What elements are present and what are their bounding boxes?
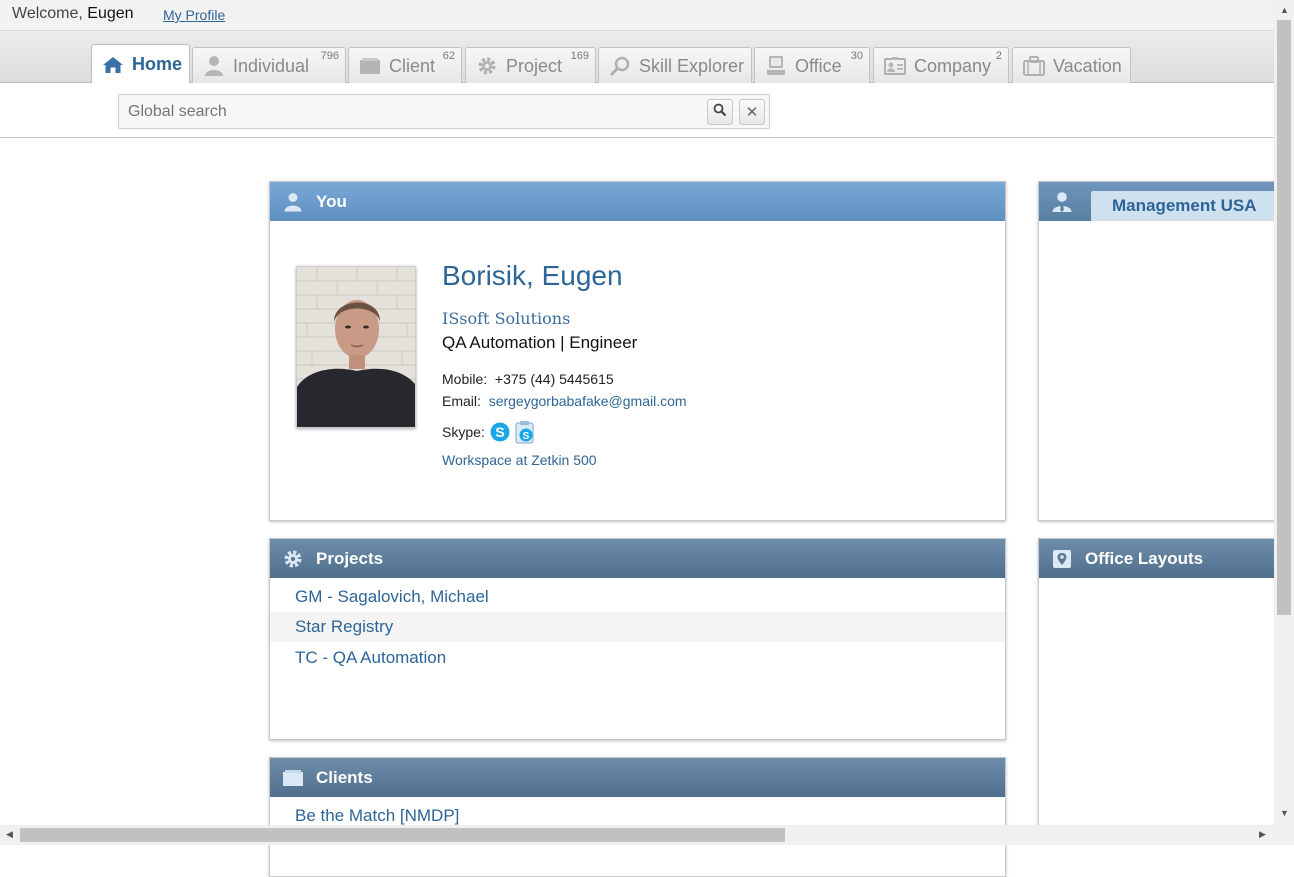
tab-individual[interactable]: Individual 796 — [192, 47, 346, 84]
tab-client-count: 62 — [442, 50, 455, 62]
office-layouts-panel: Office Layouts — [1038, 538, 1288, 838]
profile-photo — [296, 266, 416, 428]
main-tab-strip: Home Individual 796 Client 62 Project 16… — [0, 31, 1274, 84]
profile-role: QA Automation | Engineer — [442, 333, 638, 352]
folder-icon — [359, 55, 381, 77]
tab-individual-count: 796 — [320, 50, 339, 62]
my-profile-link[interactable]: My Profile — [163, 7, 225, 23]
tab-individual-label: Individual — [233, 55, 310, 76]
search-icon — [713, 103, 727, 122]
search-button[interactable] — [707, 99, 733, 125]
office-layouts-panel-header: Office Layouts — [1039, 539, 1287, 578]
vertical-scroll-thumb[interactable] — [1277, 20, 1291, 615]
mobile-label: Mobile: — [442, 371, 488, 387]
computer-icon — [765, 55, 787, 77]
tab-project[interactable]: Project 169 — [465, 47, 596, 84]
welcome-user-name: Eugen — [87, 5, 134, 22]
projects-panel: Projects GM - Sagalovich, Michael Star R… — [269, 538, 1006, 740]
scroll-up-arrow-icon[interactable]: ▲ — [1280, 5, 1289, 15]
clients-panel-title: Clients — [316, 767, 373, 787]
skype-chat-icon[interactable]: S — [514, 420, 536, 444]
welcome-prefix: Welcome, — [12, 5, 83, 22]
projects-panel-title: Projects — [316, 548, 384, 568]
management-panel: Management USA — [1038, 181, 1294, 521]
id-card-icon — [884, 55, 906, 77]
tab-project-label: Project — [506, 55, 563, 76]
tab-client[interactable]: Client 62 — [348, 47, 462, 84]
svg-text:S: S — [522, 431, 529, 442]
scroll-down-arrow-icon[interactable]: ▼ — [1280, 808, 1289, 818]
profile-company: ISsoft Solutions — [442, 309, 571, 328]
email-row: Email: sergeygorbabafake@gmail.com — [442, 393, 687, 409]
welcome-text: Welcome, Eugen — [12, 5, 134, 23]
scroll-right-arrow-icon[interactable]: ▶ — [1259, 829, 1266, 840]
tab-office[interactable]: Office 30 — [754, 47, 870, 84]
close-icon: ✕ — [745, 104, 759, 121]
tab-skill-explorer[interactable]: Skill Explorer — [598, 47, 752, 84]
tab-company[interactable]: Company 2 — [873, 47, 1009, 84]
horizontal-scrollbar[interactable]: ◀ ▶ — [0, 825, 1274, 845]
tab-vacation-label: Vacation — [1053, 55, 1122, 76]
scrollbar-corner — [1274, 825, 1294, 845]
skype-call-icon[interactable]: S — [489, 421, 511, 443]
clients-panel-header: Clients — [270, 758, 1005, 797]
projects-panel-header: Projects — [270, 539, 1005, 578]
clear-search-button[interactable]: ✕ — [739, 99, 765, 125]
you-panel-header: You — [270, 182, 1005, 221]
scroll-left-arrow-icon[interactable]: ◀ — [6, 829, 13, 840]
tab-project-count: 169 — [570, 50, 589, 62]
tab-office-label: Office — [795, 55, 842, 76]
gear-icon — [282, 548, 304, 570]
email-link[interactable]: sergeygorbabafake@gmail.com — [489, 393, 687, 409]
tab-vacation[interactable]: Vacation — [1012, 47, 1131, 84]
skype-label: Skype: — [442, 424, 485, 440]
office-layouts-panel-title: Office Layouts — [1085, 548, 1204, 568]
project-item[interactable]: TC - QA Automation — [270, 643, 1005, 673]
tab-client-label: Client — [389, 55, 436, 76]
email-label: Email: — [442, 393, 481, 409]
folder-icon — [282, 767, 304, 789]
vertical-scrollbar[interactable]: ▲ ▼ — [1274, 0, 1294, 825]
manager-icon — [1051, 191, 1073, 213]
home-icon — [102, 54, 124, 76]
tab-home[interactable]: Home — [91, 44, 190, 84]
tab-management-usa[interactable]: Management USA — [1091, 191, 1294, 221]
tab-company-count: 2 — [995, 50, 1002, 62]
project-item[interactable]: GM - Sagalovich, Michael — [270, 582, 1005, 612]
tab-skill-explorer-label: Skill Explorer — [639, 55, 745, 76]
clients-panel: Clients Be the Match [NMDP] — [269, 757, 1006, 877]
global-search-box: ✕ — [118, 94, 770, 129]
magnifier-icon — [609, 55, 631, 77]
search-row: ✕ — [0, 83, 1274, 138]
project-item[interactable]: Star Registry — [270, 612, 1005, 642]
you-panel: You Borisik, Eugen ISsoft Solutions QA A… — [269, 181, 1006, 521]
you-panel-title: You — [316, 191, 347, 211]
workspace-link[interactable]: Workspace at Zetkin 500 — [442, 452, 597, 468]
mobile-value: +375 (44) 5445615 — [494, 371, 614, 387]
tab-company-label: Company — [914, 55, 992, 76]
mobile-row: Mobile: +375 (44) 5445615 — [442, 371, 614, 387]
skype-row: Skype: S S — [442, 420, 536, 444]
global-search-input[interactable] — [119, 95, 699, 128]
svg-text:S: S — [495, 424, 504, 440]
horizontal-scroll-thumb[interactable] — [20, 828, 785, 842]
top-bar: Welcome, Eugen My Profile — [0, 0, 1274, 31]
gear-icon — [476, 55, 498, 77]
suitcase-icon — [1023, 55, 1045, 77]
tab-home-label: Home — [132, 54, 183, 74]
map-pin-icon — [1051, 548, 1073, 570]
tab-office-count: 30 — [850, 50, 863, 62]
person-icon — [282, 191, 304, 213]
profile-name: Borisik, Eugen — [442, 260, 623, 291]
person-icon — [203, 55, 225, 77]
